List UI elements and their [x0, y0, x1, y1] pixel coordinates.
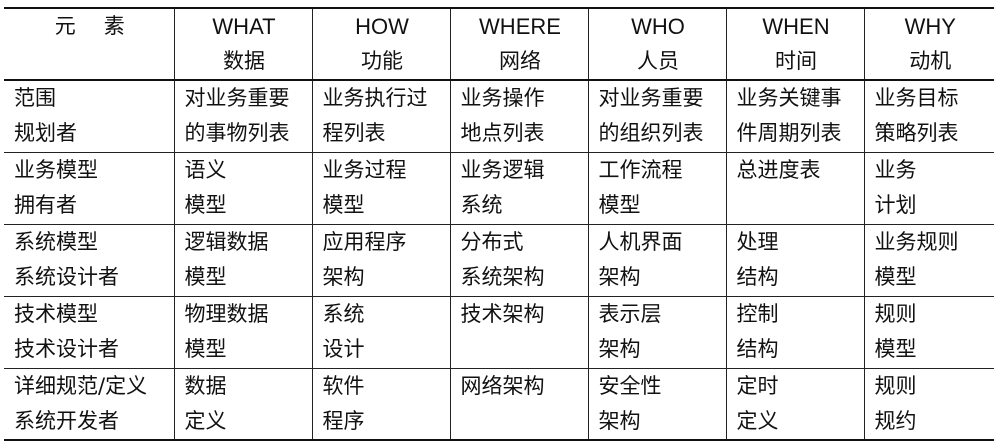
table-cell: 系统 设计	[311, 296, 450, 368]
table-cell: 业务规则 模型	[863, 224, 994, 296]
column-header-what: WHAT 数据	[173, 8, 312, 80]
row-header: 详细规范/定义 系统开发者	[14, 373, 148, 433]
table-cell: 技术架构	[449, 296, 588, 368]
table-row-scope: 范围 规划者 对业务重要 的事物列表 业务执行过 程列表 业务操作 地点列表 对业务重要…	[4, 80, 994, 152]
table-cell: 工作流程 模型	[587, 152, 726, 224]
table-row-system-model: 系统模型 系统设计者 逻辑数据 模型 应用程序 架构 分布式 系统架构 人机界面 架构 处…	[4, 224, 994, 296]
table-cell: 应用程序 架构	[311, 224, 450, 296]
row-header: 范围 规划者	[14, 86, 77, 145]
table-cell: 业务过程 模型	[311, 152, 450, 224]
row-header: 技术模型 技术设计者	[14, 301, 119, 361]
column-header-where: WHERE 网络	[449, 8, 588, 80]
column-header-when: WHEN 时间	[725, 8, 864, 80]
table-cell: 业务操作 地点列表	[449, 80, 588, 152]
table-cell: 规则 模型	[863, 296, 994, 368]
table-cell: 软件 程序	[311, 368, 450, 440]
table-cell: 人机界面 架构	[587, 224, 726, 296]
table-cell: 物理数据 模型	[173, 296, 312, 368]
table-cell: 业务逻辑 系统	[449, 152, 588, 224]
table-cell: 业务执行过 程列表	[311, 80, 450, 152]
table-cell: 分布式 系统架构	[449, 224, 588, 296]
zachman-framework-table: 元素 WHAT 数据 HOW 功能 WHERE 网络 WHO 人员 WHEN 时间 WHY…	[4, 7, 994, 441]
table-cell: 规则 规约	[863, 368, 994, 440]
table-cell: 总进度表	[725, 152, 864, 224]
table-cell: 数据 定义	[173, 368, 312, 440]
table-cell: 处理 结构	[725, 224, 864, 296]
table-cell: 业务目标 策略列表	[863, 80, 994, 152]
table-row-technology-model: 技术模型 技术设计者 物理数据 模型 系统 设计 技术架构 表示层 架构 控制 结构 规则…	[4, 296, 994, 368]
table-cell: 定时 定义	[725, 368, 864, 440]
row-header: 业务模型 拥有者	[14, 157, 98, 217]
table-cell: 业务 计划	[863, 152, 994, 224]
column-header-who: WHO 人员	[587, 8, 726, 80]
column-header-why: WHY 动机	[863, 8, 994, 80]
table-cell: 业务关键事 件周期列表	[725, 80, 864, 152]
corner-header: 元素	[54, 14, 153, 38]
table-cell: 控制 结构	[725, 296, 864, 368]
table-cell: 网络架构	[449, 368, 588, 440]
table-cell: 语义 模型	[173, 152, 312, 224]
column-header-how: HOW 功能	[311, 8, 450, 80]
header-row: 元素 WHAT 数据 HOW 功能 WHERE 网络 WHO 人员 WHEN 时间 WHY…	[4, 8, 994, 80]
table-cell: 安全性 架构	[587, 368, 726, 440]
table-cell: 对业务重要 的事物列表	[173, 80, 312, 152]
table-cell: 对业务重要 的组织列表	[587, 80, 726, 152]
table-cell: 表示层 架构	[587, 296, 726, 368]
table-row-detailed-spec: 详细规范/定义 系统开发者 数据 定义 软件 程序 网络架构 安全性 架构 定时 定义 规…	[4, 368, 994, 440]
row-header: 系统模型 系统设计者	[14, 229, 119, 289]
table-cell: 逻辑数据 模型	[173, 224, 312, 296]
table-row-business-model: 业务模型 拥有者 语义 模型 业务过程 模型 业务逻辑 系统 工作流程 模型 总进度表 业…	[4, 152, 994, 224]
